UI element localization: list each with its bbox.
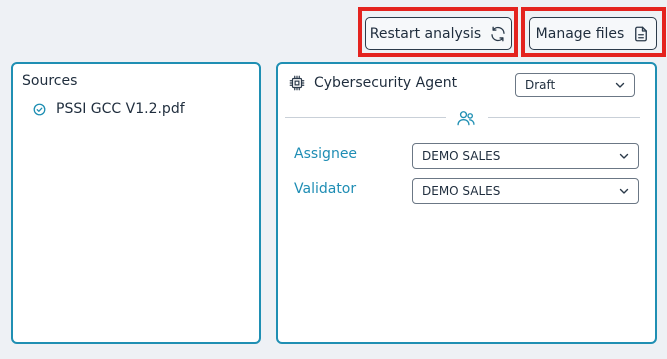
status-value: Draft [525,78,556,92]
file-icon [635,26,648,41]
divider-right [488,117,640,118]
assignee-select[interactable]: DEMO SALES [412,143,639,169]
agent-panel: Cybersecurity Agent Draft Assignee DEMO … [276,62,657,344]
manage-files-label: Manage files [535,25,625,42]
validator-select[interactable]: DEMO SALES [412,178,639,204]
cpu-chip-icon [289,75,305,91]
status-select[interactable]: Draft [515,73,635,97]
validator-value: DEMO SALES [422,184,501,198]
sources-panel: Sources PSSI GCC V1.2.pdf [11,62,261,344]
divider-left [285,117,446,118]
users-icon [457,111,475,126]
source-file-name: PSSI GCC V1.2.pdf [56,101,185,117]
assignee-label: Assignee [294,146,358,162]
refresh-icon [491,26,505,41]
sources-title: Sources [22,73,78,89]
restart-analysis-button[interactable]: Restart analysis [365,17,512,50]
assignee-value: DEMO SALES [422,149,501,163]
chevron-down-icon [615,82,625,88]
agent-name: Cybersecurity Agent [314,75,458,91]
manage-files-button[interactable]: Manage files [529,17,657,50]
source-item[interactable]: PSSI GCC V1.2.pdf [33,101,185,117]
validator-label: Validator [294,181,357,197]
check-circle-icon [33,103,46,115]
chevron-down-icon [619,153,629,159]
restart-analysis-label: Restart analysis [369,25,482,42]
agent-header: Cybersecurity Agent [288,74,457,92]
chevron-down-icon [619,188,629,194]
